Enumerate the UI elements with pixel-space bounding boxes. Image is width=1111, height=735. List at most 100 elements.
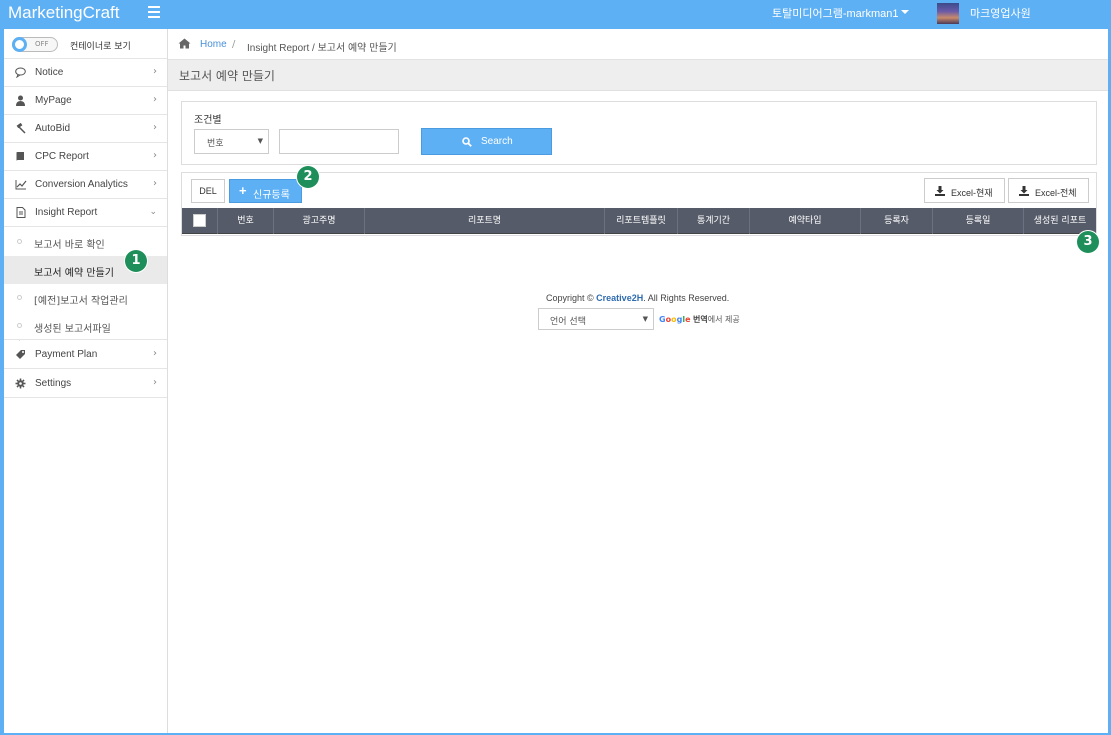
- user-icon: [15, 95, 26, 106]
- line-chart-icon: [15, 179, 27, 190]
- new-registration-button[interactable]: + 신규등록: [229, 179, 302, 203]
- column-header[interactable]: 통계기간: [677, 208, 749, 234]
- excel-all-label: Excel-전체: [1035, 188, 1077, 198]
- column-header[interactable]: 번호: [217, 208, 273, 234]
- avatar[interactable]: [937, 3, 959, 24]
- gear-icon: [15, 378, 26, 389]
- report-table-header: 번호 광고주명 리포트명 리포트템플릿 통계기간 예약타입 등록자 등록일 생성…: [182, 208, 1096, 234]
- download-icon: [1019, 186, 1029, 196]
- plus-icon: +: [239, 183, 247, 198]
- report-list-panel: DEL + 신규등록 Excel-현재 Excel-전체 번호 광고주명 리포트…: [181, 172, 1097, 236]
- chevron-right-icon: ›: [153, 66, 157, 77]
- condition-select[interactable]: 번호 ▼: [194, 129, 269, 154]
- speech-bubble-icon: [15, 67, 26, 79]
- page-title: 보고서 예약 만들기: [179, 69, 275, 83]
- search-input[interactable]: [279, 129, 399, 154]
- sidebar-item-label: Insight Report: [35, 207, 98, 218]
- sidebar-item-label: AutoBid: [35, 123, 71, 134]
- excel-all-button[interactable]: Excel-전체: [1008, 178, 1089, 203]
- caret-down-icon: ▼: [257, 137, 263, 145]
- annotation-badge-2: 2: [297, 166, 319, 188]
- breadcrumb-home-link[interactable]: Home: [200, 39, 227, 50]
- document-icon: [15, 207, 26, 218]
- copyright-suffix: . All Rights Reserved.: [643, 293, 730, 303]
- brand-logo[interactable]: MarketingCraft: [8, 3, 119, 23]
- search-button-label: Search: [481, 136, 513, 147]
- chevron-right-icon: ›: [153, 150, 157, 161]
- sidebar-item-autobid[interactable]: AutoBid ›: [4, 115, 167, 143]
- download-icon: [935, 186, 945, 196]
- column-header[interactable]: 등록자: [860, 208, 932, 234]
- select-all-column: [182, 208, 217, 234]
- search-button[interactable]: Search: [421, 128, 552, 155]
- sidebar: OFF 컨테이너로 보기 Notice › MyPage › AutoBid ›…: [0, 29, 168, 735]
- submenu-item-label: 생성된 보고서파일: [34, 324, 111, 335]
- select-all-checkbox[interactable]: [193, 214, 206, 227]
- user-account-menu[interactable]: 토탈미디어그램-markman1: [772, 5, 898, 21]
- sidebar-item-conversion-analytics[interactable]: Conversion Analytics ›: [4, 171, 167, 199]
- submenu-item-label: 보고서 바로 확인: [34, 240, 105, 251]
- chevron-down-icon: ⌄: [149, 207, 157, 217]
- user-role-label: 마크영업사원: [970, 8, 1031, 20]
- submenu-dot: [17, 239, 22, 244]
- sidebar-item-label: MyPage: [35, 95, 72, 106]
- sidebar-item-label: Conversion Analytics: [35, 179, 128, 190]
- search-icon: [462, 137, 472, 147]
- sidebar-item-payment-plan[interactable]: Payment Plan ›: [4, 341, 167, 369]
- new-registration-label: 신규등록: [253, 190, 290, 201]
- toggle-label: 컨테이너로 보기: [70, 42, 131, 52]
- toggle-knob: [12, 37, 27, 52]
- submenu-item-legacy-report-jobs[interactable]: [예전]보고서 작업관리: [4, 284, 167, 312]
- container-view-toggle-row: OFF 컨테이너로 보기: [4, 29, 167, 59]
- provided-by-text: 에서 제공: [707, 315, 740, 324]
- chevron-right-icon: ›: [153, 178, 157, 189]
- annotation-badge-3: 3: [1077, 231, 1099, 253]
- excel-current-label: Excel-현재: [951, 188, 993, 198]
- sidebar-item-label: Settings: [35, 378, 72, 389]
- submenu-item-label: 보고서 예약 만들기: [34, 268, 114, 279]
- condition-select-value: 번호: [207, 139, 224, 149]
- breadcrumb-path: Insight Report / 보고서 예약 만들기: [247, 43, 397, 54]
- sidebar-item-settings[interactable]: Settings ›: [4, 370, 167, 398]
- submenu-item-generated-files[interactable]: 생성된 보고서파일: [4, 312, 167, 340]
- column-header[interactable]: 광고주명: [273, 208, 364, 234]
- chevron-right-icon: ›: [153, 377, 157, 388]
- chevron-right-icon: ›: [153, 122, 157, 133]
- sidebar-item-label: Payment Plan: [35, 349, 98, 360]
- tag-icon: [15, 349, 26, 360]
- caret-down-icon[interactable]: [901, 10, 909, 14]
- language-select[interactable]: 언어 선택 ▼: [538, 308, 654, 330]
- submenu-item-label: [예전]보고서 작업관리: [34, 296, 128, 307]
- sidebar-item-notice[interactable]: Notice ›: [4, 59, 167, 87]
- top-navbar: MarketingCraft 토탈미디어그램-markman1 마크영업사원: [0, 0, 1111, 29]
- column-header[interactable]: 생성된 리포트: [1023, 208, 1096, 234]
- column-header[interactable]: 리포트명: [364, 208, 604, 234]
- column-header[interactable]: 예약타입: [749, 208, 860, 234]
- submenu-dot: [17, 295, 22, 300]
- search-panel: 조건별 번호 ▼ Search: [181, 101, 1097, 165]
- page-header: 보고서 예약 만들기: [168, 60, 1111, 91]
- excel-current-button[interactable]: Excel-현재: [924, 178, 1005, 203]
- copyright-prefix: Copyright ©: [546, 293, 594, 303]
- gavel-icon: [15, 122, 26, 134]
- hamburger-menu-icon[interactable]: [148, 6, 160, 18]
- condition-label: 조건별: [194, 115, 222, 126]
- container-view-toggle[interactable]: OFF: [12, 37, 58, 52]
- company-link[interactable]: Creative2H: [596, 293, 643, 303]
- column-header[interactable]: 리포트템플릿: [604, 208, 677, 234]
- sidebar-item-mypage[interactable]: MyPage ›: [4, 87, 167, 115]
- google-translate-attribution[interactable]: Google 번역에서 제공: [659, 314, 740, 325]
- breadcrumb-separator: /: [232, 39, 236, 50]
- column-header[interactable]: 등록일: [932, 208, 1023, 234]
- home-icon[interactable]: [178, 38, 191, 49]
- sidebar-item-insight-report[interactable]: Insight Report ⌄: [4, 199, 167, 227]
- chevron-right-icon: ›: [153, 94, 157, 105]
- delete-button[interactable]: DEL: [191, 179, 225, 203]
- language-select-value: 언어 선택: [550, 317, 586, 327]
- sidebar-item-cpc-report[interactable]: CPC Report ›: [4, 143, 167, 171]
- copyright-text: Copyright © Creative2H. All Rights Reser…: [546, 293, 729, 303]
- translate-text: 번역: [693, 315, 708, 324]
- sidebar-item-label: CPC Report: [35, 151, 89, 162]
- caret-down-icon: ▼: [642, 315, 648, 323]
- sidebar-item-label: Notice: [35, 67, 64, 78]
